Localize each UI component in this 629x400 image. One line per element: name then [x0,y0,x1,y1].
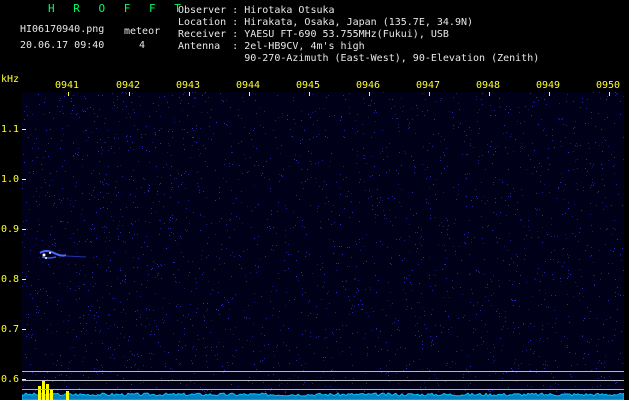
hrofft-screen: H R O F F T HI06170940.png 20.06.17 09:4… [0,0,629,400]
x-tick-label: 0944 [236,80,261,91]
x-tick-mark [249,92,250,96]
y-tick-mark [22,179,26,180]
x-tick-label: 0949 [536,80,561,91]
y-tick-label: 0.8 [1,274,20,285]
x-tick-label: 0942 [116,80,141,91]
x-tick-mark [489,92,490,96]
meteor-label: meteor [124,26,161,37]
x-tick-label: 0943 [176,80,201,91]
x-tick-mark [68,92,69,96]
x-tick-label: 0941 [55,80,80,91]
y-tick-label: 0.7 [1,324,20,335]
meteor-count: 4 [139,40,146,51]
x-tick-mark [129,92,130,96]
x-tick-label: 0947 [416,80,441,91]
y-tick-mark [22,379,26,380]
x-tick-label: 0946 [356,80,381,91]
meteor-echo [39,250,87,259]
reference-line [22,380,624,381]
antenna-line: Antenna : 2el-HB9CV, 4m's high [178,41,365,52]
y-tick-label: 1.1 [1,124,20,135]
y-tick-mark [22,329,26,330]
y-tick-label: 0.6 [1,374,20,385]
x-tick-label: 0950 [596,80,621,91]
reference-line [22,371,624,372]
x-tick-mark [189,92,190,96]
capture-datetime: 20.06.17 09:40 [20,40,105,51]
x-tick-mark [429,92,430,96]
reference-line [22,389,624,390]
spectrogram-plot [22,92,624,400]
observer-line: Observer : Hirotaka Otsuka [178,5,335,16]
x-tick-mark [609,92,610,96]
app-brand: H R O F F T [48,2,187,15]
x-tick-mark [369,92,370,96]
x-tick-label: 0948 [476,80,501,91]
y-axis-unit: kHz [1,74,20,85]
antenna-direction-line: 90-270-Azimuth (East-West), 90-Elevation… [178,53,540,64]
y-tick-label: 1.0 [1,174,20,185]
x-tick-mark [549,92,550,96]
y-tick-mark [22,229,26,230]
file-name: HI06170940.png [20,24,105,35]
y-tick-mark [22,129,26,130]
noise-field [22,92,624,400]
y-tick-label: 0.9 [1,224,20,235]
location-line: Location : Hirakata, Osaka, Japan (135.7… [178,17,474,28]
y-tick-mark [22,279,26,280]
x-tick-mark [309,92,310,96]
x-tick-label: 0945 [296,80,321,91]
receiver-line: Receiver : YAESU FT-690 53.755MHz(Fukui)… [178,29,449,40]
